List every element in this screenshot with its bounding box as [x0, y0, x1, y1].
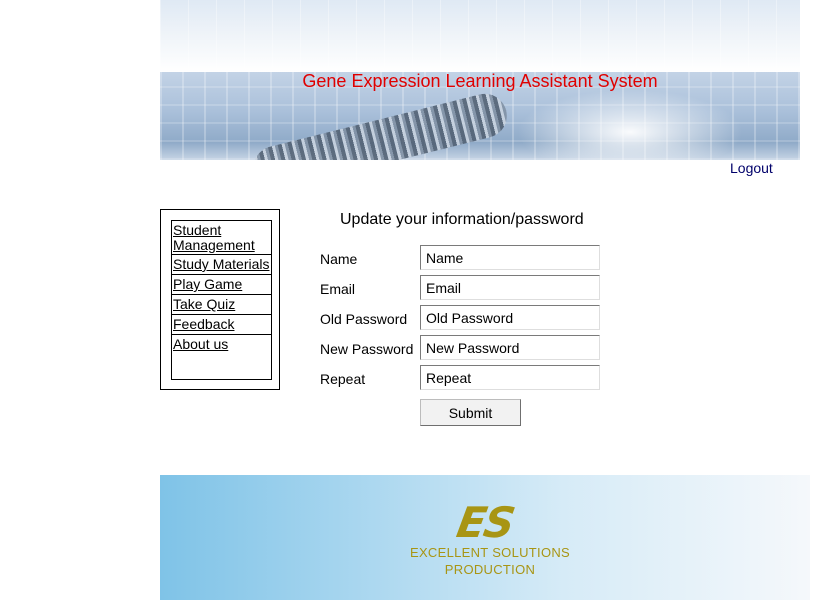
company-logo: ES	[453, 498, 517, 547]
email-field[interactable]	[420, 275, 600, 300]
name-field[interactable]	[420, 245, 600, 270]
footer-banner: ES EXCELLENT SOLUTIONS PRODUCTION	[160, 475, 810, 600]
company-tagline: PRODUCTION	[444, 562, 536, 577]
repeat-password-label: Repeat	[320, 371, 366, 387]
new-password-field[interactable]	[420, 335, 600, 360]
email-label: Email	[320, 281, 356, 297]
name-label: Name	[320, 251, 358, 267]
header-banner-top	[160, 0, 800, 72]
sidebar: Student Management Study Materials Play …	[160, 209, 280, 390]
sidebar-menu: Student Management Study Materials Play …	[171, 220, 272, 380]
sidebar-item-feedback[interactable]: Feedback	[172, 314, 271, 334]
old-password-field[interactable]	[420, 305, 600, 330]
new-password-label: New Password	[320, 341, 414, 357]
old-password-label: Old Password	[320, 311, 408, 327]
submit-button[interactable]: Submit	[420, 399, 521, 426]
header-banner: Gene Expression Learning Assistant Syste…	[160, 72, 800, 160]
sidebar-item-play-game[interactable]: Play Game	[172, 274, 271, 294]
sidebar-item-study-materials[interactable]: Study Materials	[172, 254, 271, 274]
sidebar-item-take-quiz[interactable]: Take Quiz	[172, 294, 271, 314]
sidebar-item-about-us[interactable]: About us	[172, 334, 271, 354]
form-title: Update your information/password	[340, 211, 584, 228]
logout-link[interactable]: Logout	[730, 160, 773, 176]
site-title: Gene Expression Learning Assistant Syste…	[302, 72, 658, 91]
repeat-password-field[interactable]	[420, 365, 600, 390]
sidebar-item-student-management[interactable]: Student Management	[172, 220, 271, 254]
company-name: EXCELLENT SOLUTIONS	[409, 545, 571, 560]
